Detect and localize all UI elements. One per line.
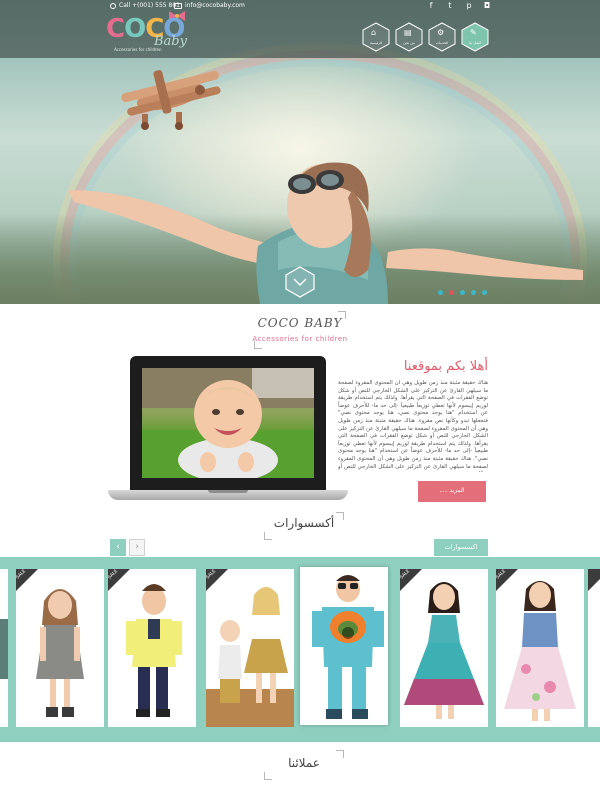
- email-contact[interactable]: info@cocobaby.com: [174, 2, 245, 9]
- product-image-siblings-outfit: [206, 587, 294, 727]
- instagram-icon[interactable]: ◘: [480, 1, 494, 10]
- hero-slider: Call +(001) 555 801 info@cocobaby.com f …: [0, 0, 600, 304]
- product-card[interactable]: SALE: [206, 569, 294, 727]
- logo-letter: O: [124, 14, 146, 44]
- email-icon: [174, 2, 182, 9]
- accessories-heading: أكسسوارات: [262, 512, 346, 540]
- phone-icon: [110, 2, 116, 9]
- product-card-active[interactable]: [300, 567, 388, 725]
- product-image: [0, 619, 8, 679]
- product-image-girl-teal-dress: [404, 582, 484, 719]
- clients-title: عملائنا: [288, 756, 320, 770]
- pencil-icon: ✎: [470, 28, 477, 37]
- slider-dots: [438, 290, 487, 295]
- corner-decoration: [264, 772, 272, 780]
- document-icon: ▤: [404, 28, 412, 37]
- product-card[interactable]: SALE: [108, 569, 196, 727]
- sale-ribbon: [588, 569, 600, 591]
- product-image-boy-yellow-shirt: [126, 584, 182, 717]
- clients-heading: عملائنا: [262, 750, 346, 780]
- nav-home[interactable]: ⌂ الرئيسية: [362, 22, 390, 52]
- slider-dot[interactable]: [438, 290, 443, 295]
- baby-photo-graphic: [142, 368, 314, 478]
- carousel-prev-button[interactable]: ‹: [110, 539, 126, 556]
- nav-contact[interactable]: ✎ اتصل بنا: [461, 22, 489, 52]
- nav-services[interactable]: ⚙ الخدمات: [428, 22, 456, 52]
- hexagon-frame: [362, 22, 390, 52]
- welcome-section: أهلا بكم بموقعنا هناك حقيقة مثبتة منذ زم…: [338, 358, 488, 472]
- brand-title: COCO BABY: [257, 316, 343, 330]
- baby-photo: [142, 368, 314, 478]
- product-card[interactable]: SALE: [16, 569, 104, 727]
- brand-heading: COCO BABY Accessories for children: [250, 311, 350, 349]
- slider-dot[interactable]: [471, 290, 476, 295]
- accessories-tab[interactable]: اكسسوارات: [434, 539, 488, 556]
- slider-dot[interactable]: [482, 290, 487, 295]
- hexagon-frame: [428, 22, 456, 52]
- site-logo[interactable]: COCO Baby Accessories for children: [106, 10, 198, 54]
- home-icon: ⌂: [371, 28, 377, 37]
- hero-hexagon-icon[interactable]: [285, 266, 315, 298]
- product-card[interactable]: SALE: [496, 569, 584, 727]
- page: Call +(001) 555 801 info@cocobaby.com f …: [0, 0, 600, 800]
- hexagon-frame: [395, 22, 423, 52]
- welcome-heading: أهلا بكم بموقعنا: [403, 359, 488, 374]
- logo-tagline: Accessories for children: [114, 47, 162, 52]
- email-text: info@cocobaby.com: [185, 2, 245, 9]
- slider-dot-active[interactable]: [449, 290, 454, 295]
- pinterest-icon[interactable]: p: [462, 1, 476, 10]
- top-header-bar: Call +(001) 555 801 info@cocobaby.com f …: [0, 0, 600, 58]
- phone-text: Call +(001) 555 801: [119, 2, 180, 9]
- product-image-girl-gray-dress: [36, 589, 84, 717]
- product-card[interactable]: [588, 569, 600, 727]
- slider-dot[interactable]: [460, 290, 465, 295]
- product-card[interactable]: SALE: [400, 569, 488, 727]
- nav-about[interactable]: ▤ من نحن: [395, 22, 423, 52]
- twitter-icon[interactable]: t: [443, 1, 457, 10]
- carousel-next-button[interactable]: ›: [129, 539, 145, 556]
- corner-decoration: [264, 532, 272, 540]
- nav-label: من نحن: [403, 40, 415, 45]
- nav-label: الرئيسية: [369, 40, 383, 45]
- nav-label: الخدمات: [435, 40, 449, 45]
- accessories-title: أكسسوارات: [273, 516, 335, 530]
- laptop-notch: [208, 490, 248, 493]
- laptop-image: [108, 356, 348, 506]
- facebook-icon[interactable]: f: [424, 1, 438, 10]
- logo-letter: C: [106, 14, 125, 44]
- product-card[interactable]: [0, 569, 8, 727]
- phone-contact[interactable]: Call +(001) 555 801: [110, 2, 180, 9]
- toy-airplane-image: [121, 70, 221, 130]
- hexagon-frame-active: [461, 22, 489, 52]
- brand-subtitle: Accessories for children: [252, 335, 348, 343]
- product-image-boy-blue-jumpsuit: [312, 575, 384, 719]
- products-carousel: SALE SALE SALE SALE SALE: [0, 557, 600, 742]
- read-more-button[interactable]: المزيد .....: [418, 481, 486, 502]
- child-aviator-image: [68, 162, 583, 304]
- product-image-girl-floral-dress: [504, 581, 576, 721]
- nav-label: اتصل بنا: [469, 40, 481, 45]
- welcome-body: هناك حقيقة مثبتة منذ زمن طويل وهي أن الم…: [338, 380, 488, 472]
- gear-icon: ⚙: [437, 28, 445, 37]
